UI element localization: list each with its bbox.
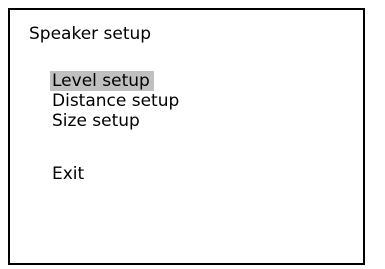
menu-item-size-setup[interactable]: Size setup (50, 111, 183, 131)
setup-menu: Level setup Distance setup Size setup Ex… (50, 71, 183, 184)
menu-item-label: Level setup (50, 71, 154, 91)
menu-item-level-setup[interactable]: Level setup (50, 71, 183, 91)
menu-item-distance-setup[interactable]: Distance setup (50, 91, 183, 111)
menu-spacer (50, 131, 183, 164)
menu-item-label: Distance setup (52, 91, 180, 111)
panel-title: Speaker setup (29, 24, 152, 44)
speaker-setup-panel: Speaker setup Level setup Distance setup… (8, 8, 365, 265)
menu-item-exit[interactable]: Exit (50, 164, 183, 184)
menu-item-label: Exit (52, 164, 85, 184)
menu-item-label: Size setup (52, 111, 140, 131)
